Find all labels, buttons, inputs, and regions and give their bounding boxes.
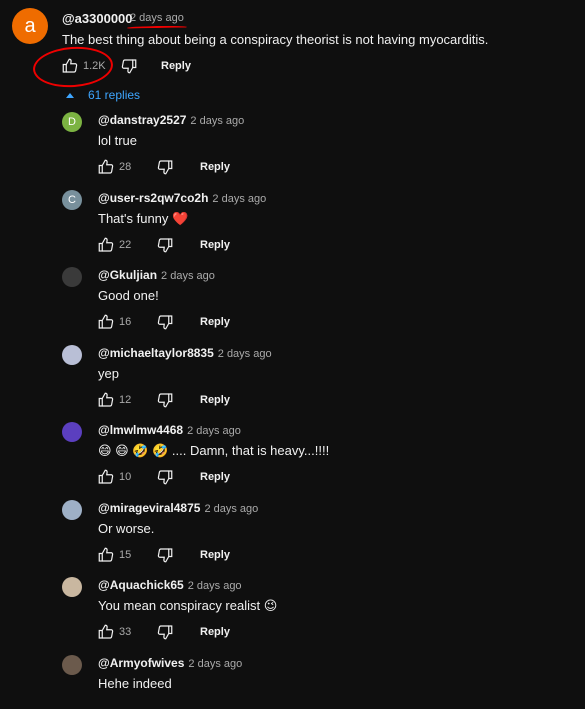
thumbs-up-icon[interactable]: [96, 312, 116, 332]
reply-item: @michaeltaylor8835 2 days ago yep 12 Reply: [0, 345, 585, 422]
like-count: 15: [119, 549, 132, 561]
reply-item: D @danstray2527 2 days ago lol true 28 Reply: [0, 112, 585, 189]
reply-text: Or worse.: [98, 521, 155, 536]
thumbs-down-icon[interactable]: [155, 157, 175, 177]
comment-author[interactable]: @a3300000: [62, 11, 133, 26]
thumbs-down-icon[interactable]: [155, 235, 175, 255]
avatar[interactable]: C: [62, 190, 82, 210]
thumbs-up-icon[interactable]: [60, 56, 80, 76]
reply-button[interactable]: Reply: [200, 239, 230, 251]
reply-button[interactable]: Reply: [200, 626, 230, 638]
thumbs-up-icon[interactable]: [96, 545, 116, 565]
reply-time[interactable]: 2 days ago: [188, 658, 242, 670]
reply-actions: 16 Reply: [96, 310, 230, 334]
reply-time[interactable]: 2 days ago: [204, 503, 258, 515]
caret-up-icon: [66, 92, 74, 98]
reply-text: lol true: [98, 133, 138, 148]
reply-time[interactable]: 2 days ago: [212, 193, 266, 205]
thumbs-down-icon[interactable]: [155, 312, 175, 332]
thumbs-down-icon[interactable]: [155, 545, 175, 565]
reply-item: @lmwlmw4468 2 days ago 😄 😄 🤣 🤣 .... Damn, …: [0, 422, 585, 499]
reply-button[interactable]: Reply: [200, 161, 230, 173]
avatar-letter: a: [24, 14, 36, 37]
thumbs-down-icon[interactable]: [155, 390, 175, 410]
reply-author-name[interactable]: @danstray2527: [98, 113, 186, 127]
reply-item: @Aquachick65 2 days ago You mean conspirac…: [0, 577, 585, 654]
avatar[interactable]: [62, 655, 82, 675]
reply-author[interactable]: @Gkuljian 2 days ago: [98, 268, 215, 282]
reply-author[interactable]: @lmwlmw4468 2 days ago: [98, 423, 241, 437]
like-count: 12: [119, 394, 132, 406]
reply-item: @Armyofwives 2 days ago Hehe indeed: [0, 655, 585, 709]
reply-author[interactable]: @mirageviral4875 2 days ago: [98, 501, 258, 515]
thumbs-up-icon[interactable]: [96, 235, 116, 255]
like-count: 33: [119, 626, 132, 638]
reply-author[interactable]: @michaeltaylor8835 2 days ago: [98, 346, 272, 360]
reply-time[interactable]: 2 days ago: [218, 348, 272, 360]
reply-author[interactable]: @Armyofwives 2 days ago: [98, 656, 242, 670]
reply-actions: 12 Reply: [96, 388, 230, 412]
reply-author-name[interactable]: @mirageviral4875: [98, 501, 200, 515]
comment-time[interactable]: 2 days ago: [130, 12, 184, 24]
thumbs-up-icon[interactable]: [96, 622, 116, 642]
avatar[interactable]: [62, 500, 82, 520]
reply-time[interactable]: 2 days ago: [161, 270, 215, 282]
thumbs-up-icon[interactable]: [96, 157, 116, 177]
reply-actions: 10 Reply: [96, 465, 230, 489]
reply-text: That's funny ❤️: [98, 211, 189, 226]
thumbs-up-icon[interactable]: [96, 467, 116, 487]
comment-text: The best thing about being a conspiracy …: [62, 32, 489, 47]
reply-author-name[interactable]: @Aquachick65: [98, 578, 184, 592]
reply-actions: 15 Reply: [96, 543, 230, 567]
reply-author-name[interactable]: @lmwlmw4468: [98, 423, 183, 437]
reply-actions: 33 Reply: [96, 620, 230, 644]
reply-button[interactable]: Reply: [200, 471, 230, 483]
avatar[interactable]: [62, 422, 82, 442]
reply-time[interactable]: 2 days ago: [188, 580, 242, 592]
replies-count-label: 61 replies: [88, 88, 141, 102]
reply-item: @mirageviral4875 2 days ago Or worse. 15 Rep…: [0, 500, 585, 577]
reply-author[interactable]: @user-rs2qw7co2h 2 days ago: [98, 191, 266, 205]
reply-text: Hehe indeed: [98, 676, 172, 691]
reply-time[interactable]: 2 days ago: [190, 115, 244, 127]
reply-button[interactable]: Reply: [200, 316, 230, 328]
red-underline-annotation: [126, 25, 188, 30]
like-count: 10: [119, 471, 132, 483]
reply-author-name[interactable]: @Gkuljian: [98, 268, 157, 282]
reply-author-name[interactable]: @user-rs2qw7co2h: [98, 191, 208, 205]
reply-text: You mean conspiracy realist 😉: [98, 598, 278, 613]
reply-time[interactable]: 2 days ago: [187, 425, 241, 437]
avatar[interactable]: [62, 267, 82, 287]
reply-button[interactable]: Reply: [200, 549, 230, 561]
reply-text: Good one!: [98, 288, 159, 303]
like-count: 16: [119, 316, 132, 328]
like-count: 1.2K: [83, 60, 106, 72]
comment-actions: 1.2K Reply: [60, 54, 191, 78]
reply-author[interactable]: @Aquachick65 2 days ago: [98, 578, 242, 592]
reply-author-name[interactable]: @Armyofwives: [98, 656, 184, 670]
thumbs-down-icon[interactable]: [155, 467, 175, 487]
like-count: 22: [119, 239, 132, 251]
reply-item: C @user-rs2qw7co2h 2 days ago That's funny …: [0, 190, 585, 267]
like-count: 28: [119, 161, 132, 173]
avatar[interactable]: [62, 577, 82, 597]
replies-toggle[interactable]: 61 replies: [66, 88, 140, 102]
thumbs-up-icon[interactable]: [96, 390, 116, 410]
reply-text: 😄 😄 🤣 🤣 .... Damn, that is heavy...!!!!: [98, 443, 330, 458]
reply-author-name[interactable]: @michaeltaylor8835: [98, 346, 214, 360]
avatar[interactable]: D: [62, 112, 82, 132]
reply-actions: 28 Reply: [96, 155, 230, 179]
thumbs-down-icon[interactable]: [119, 56, 139, 76]
reply-button[interactable]: Reply: [161, 60, 191, 72]
reply-actions: 22 Reply: [96, 233, 230, 257]
avatar[interactable]: [62, 345, 82, 365]
avatar[interactable]: a: [12, 8, 48, 44]
reply-text: yep: [98, 366, 119, 381]
thumbs-down-icon[interactable]: [155, 622, 175, 642]
reply-item: @Gkuljian 2 days ago Good one! 16 Reply: [0, 267, 585, 344]
reply-button[interactable]: Reply: [200, 394, 230, 406]
top-comment: a @a3300000 2 days ago The best thing ab…: [0, 0, 585, 118]
reply-author[interactable]: @danstray2527 2 days ago: [98, 113, 244, 127]
